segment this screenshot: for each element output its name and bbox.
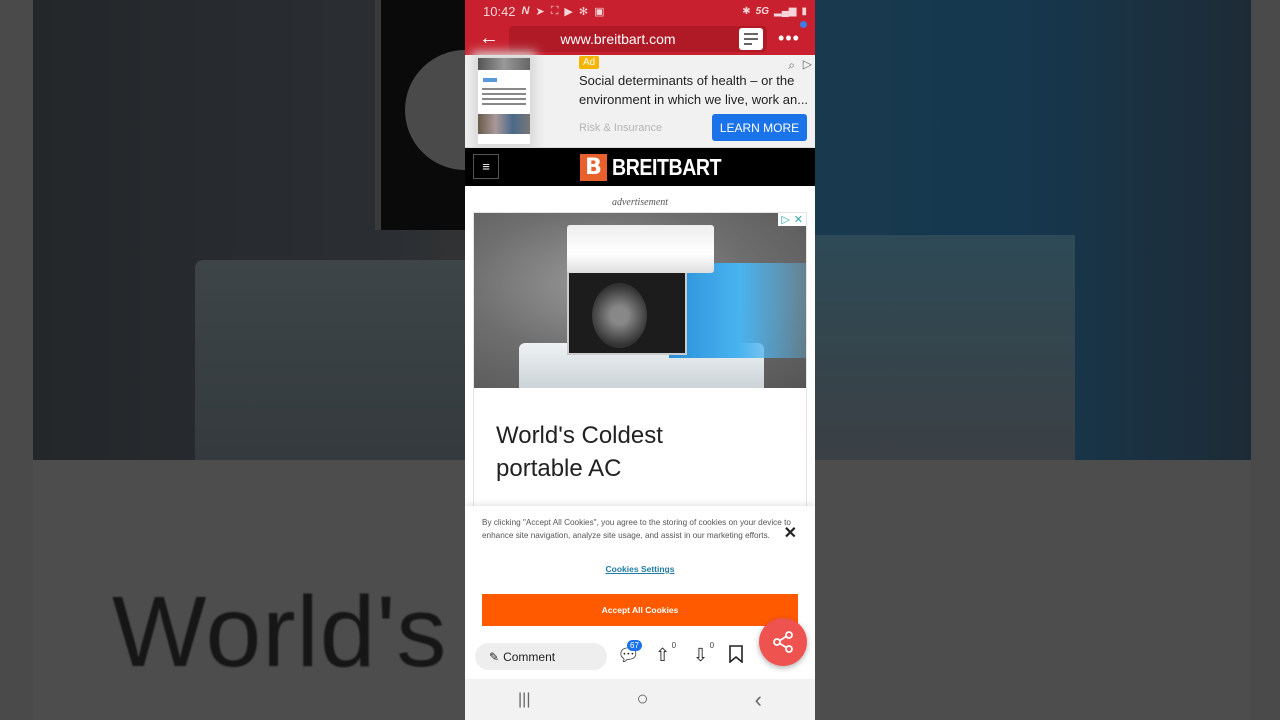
breitbart-logo[interactable]: B BREITBART [580, 154, 740, 181]
site-header: ≡ B BREITBART [465, 148, 815, 186]
ad-title: Social determinants of health – or the e… [579, 73, 809, 107]
share-button[interactable] [759, 618, 807, 666]
more-options-button[interactable]: ••• [771, 21, 807, 49]
close-icon[interactable]: ✕ [784, 523, 797, 543]
learn-more-button[interactable]: LEARN MORE [712, 114, 807, 141]
ac-device-top [567, 225, 714, 273]
back-arrow-icon[interactable]: ← [473, 27, 505, 50]
android-nav-bar: ||| ○ ‹ [465, 679, 815, 720]
hamburger-menu-icon[interactable]: ≡ [473, 154, 499, 179]
upvote-count: 0 [671, 641, 677, 650]
notification-dot [800, 21, 807, 28]
top-banner-ad[interactable]: Ad ⌕ ▷ Social determinants of health – o… [465, 55, 815, 148]
netflix-icon: N [521, 5, 530, 17]
downvote-count: 0 [709, 641, 715, 650]
cookie-consent-banner: By clicking "Accept All Cookies", you ag… [465, 506, 815, 641]
pencil-icon: ✎ [489, 649, 500, 664]
ad-controls: ▷ ✕ [778, 213, 806, 226]
ad-headline-line1: World's Coldest [496, 422, 663, 449]
display-ad[interactable]: ▷ ✕ World's Coldest portable AC [473, 212, 807, 512]
comment-count-badge: 67 [627, 640, 642, 651]
downvote-icon[interactable]: ⇩ 0 [693, 641, 714, 666]
battery-icon: ▮ [801, 5, 807, 17]
status-bar: 10:42 N ➤ ⛶ ▶ ✻ ▣ ✱ 5G ▂▄▆ ▮ [465, 0, 815, 22]
accept-all-cookies-button[interactable]: Accept All Cookies [482, 594, 798, 626]
ad-image: ▷ ✕ [474, 213, 806, 388]
adchoices-icon[interactable]: ▷ [781, 213, 789, 226]
ad-headline: World's Coldest portable AC [474, 388, 806, 485]
close-icon[interactable]: ✕ [794, 213, 803, 226]
advertisement-label: advertisement [611, 197, 669, 208]
youtube-icon: ▶ [564, 5, 573, 18]
logo-mark: B [580, 154, 607, 181]
adchoices-icon[interactable]: ▷ [803, 57, 812, 71]
cast-icon: ▣ [594, 5, 605, 18]
cool-air-blast [669, 263, 806, 358]
background-ice-blast [815, 235, 1075, 460]
url-text: www.breitbart.com [560, 30, 676, 47]
reader-mode-icon[interactable] [739, 27, 763, 50]
ad-source: Risk & Insurance [579, 122, 663, 134]
status-time: 10:42 [483, 3, 516, 19]
cookies-settings-link[interactable]: Cookies Settings [465, 564, 815, 574]
comment-label: Comment [503, 649, 556, 664]
pinwheel-icon: ✻ [578, 5, 589, 18]
comments-icon[interactable]: 💬︎ 67 [617, 640, 642, 666]
home-icon[interactable]: ○ [637, 688, 649, 711]
back-icon[interactable]: ‹ [755, 687, 762, 713]
logo-text: BREITBART [612, 154, 722, 180]
background-ice [195, 260, 465, 460]
browser-toolbar: ← www.breitbart.com ••• [465, 21, 815, 55]
network-type: 5G [755, 5, 770, 17]
signal-icon: ▂▄▆ [774, 5, 797, 17]
comment-button[interactable]: ✎ Comment [475, 643, 607, 670]
recents-icon[interactable]: ||| [518, 691, 530, 709]
ad-headline-line2: portable AC [496, 455, 622, 482]
ad-badge: Ad [579, 56, 600, 69]
bookmark-icon[interactable] [729, 645, 743, 668]
url-bar[interactable]: www.breitbart.com [509, 25, 767, 52]
ac-fan [592, 283, 647, 348]
upvote-icon[interactable]: ⇧ 0 [655, 641, 676, 666]
screenshot-frame-icon: ⛶ [550, 4, 559, 17]
ad-thumbnail [478, 58, 530, 144]
more-dots-icon: ••• [778, 28, 800, 48]
cookie-text: By clicking "Accept All Cookies", you ag… [482, 518, 791, 540]
send-icon: ➤ [535, 5, 545, 18]
share-icon [773, 631, 793, 653]
phone-screen: 10:42 N ➤ ⛶ ▶ ✻ ▣ ✱ 5G ▂▄▆ ▮ ← www.breit… [465, 0, 815, 720]
bluetooth-icon: ✱ [742, 5, 751, 17]
